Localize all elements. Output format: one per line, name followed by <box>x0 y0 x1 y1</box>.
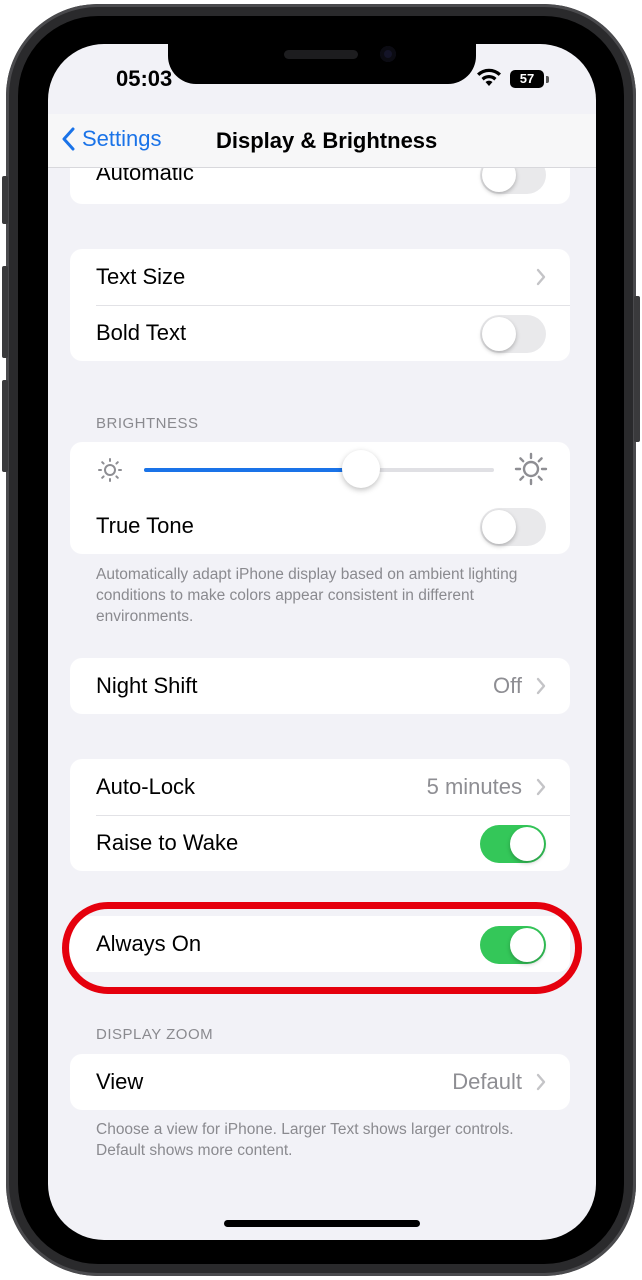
speaker <box>284 50 358 59</box>
text-group: Text Size Bold Text <box>70 249 570 361</box>
true-tone-toggle[interactable] <box>480 508 546 546</box>
sun-large-icon <box>514 452 548 486</box>
display-zoom-footnote: Choose a view for iPhone. Larger Text sh… <box>96 1121 514 1159</box>
chevron-right-icon <box>536 677 546 695</box>
bold-text-toggle[interactable] <box>480 315 546 353</box>
auto-lock-row[interactable]: Auto-Lock 5 minutes <box>70 759 570 815</box>
brightness-slider-thumb[interactable] <box>342 450 380 488</box>
home-indicator[interactable] <box>224 1220 420 1227</box>
display-zoom-group: View Default <box>70 1054 570 1110</box>
navigation-bar: Settings Display & Brightness <box>48 114 596 168</box>
chevron-right-icon <box>536 778 546 796</box>
brightness-group: True Tone <box>70 442 570 554</box>
chevron-left-icon <box>62 127 75 151</box>
battery-cap <box>546 76 549 83</box>
text-size-label: Text Size <box>96 264 186 289</box>
brightness-slider-fill <box>144 468 361 472</box>
appearance-group: Automatic <box>70 168 570 204</box>
true-tone-row: True Tone <box>70 498 570 554</box>
lock-group: Auto-Lock 5 minutes Raise to Wake <box>70 759 570 871</box>
notch <box>168 44 476 84</box>
back-label: Settings <box>82 126 162 151</box>
night-shift-row[interactable]: Night Shift Off <box>70 658 570 714</box>
true-tone-label: True Tone <box>96 513 194 538</box>
raise-to-wake-label: Raise to Wake <box>96 830 239 855</box>
view-row[interactable]: View Default <box>70 1054 570 1110</box>
status-time: 05:03 <box>116 66 173 91</box>
brightness-header: BRIGHTNESS <box>96 415 199 432</box>
wifi-icon <box>477 68 501 86</box>
text-size-row[interactable]: Text Size <box>70 249 570 305</box>
auto-lock-value: 5 minutes <box>426 774 522 799</box>
back-button[interactable]: Settings <box>62 126 162 152</box>
raise-to-wake-row: Raise to Wake <box>70 815 570 871</box>
chevron-right-icon <box>536 1073 546 1091</box>
sun-small-icon <box>98 458 122 482</box>
bold-text-label: Bold Text <box>96 320 187 345</box>
page-title: Display & Brightness <box>216 128 438 153</box>
front-camera <box>380 46 396 62</box>
brightness-slider[interactable] <box>144 468 494 472</box>
automatic-toggle[interactable] <box>480 168 546 194</box>
volume-down-button <box>2 380 8 472</box>
chevron-right-icon <box>536 268 546 286</box>
view-label: View <box>96 1069 144 1094</box>
view-value: Default <box>452 1069 522 1094</box>
night-shift-value: Off <box>493 673 522 698</box>
automatic-label: Automatic <box>96 168 194 185</box>
auto-lock-label: Auto-Lock <box>96 774 196 799</box>
true-tone-footnote: Automatically adapt iPhone display based… <box>96 566 518 625</box>
display-zoom-header: DISPLAY ZOOM <box>96 1026 214 1043</box>
night-shift-label: Night Shift <box>96 673 198 698</box>
highlight-annotation <box>62 902 582 994</box>
screen: 05:03 57 Settings Display & Brightness A… <box>48 44 596 1240</box>
brightness-slider-row <box>70 442 570 498</box>
night-shift-group: Night Shift Off <box>70 658 570 714</box>
bold-text-row: Bold Text <box>70 305 570 361</box>
side-button <box>2 176 8 224</box>
power-button <box>634 296 640 442</box>
automatic-row: Automatic <box>70 168 570 196</box>
raise-to-wake-toggle[interactable] <box>480 825 546 863</box>
volume-up-button <box>2 266 8 358</box>
battery-icon: 57 <box>510 70 544 88</box>
